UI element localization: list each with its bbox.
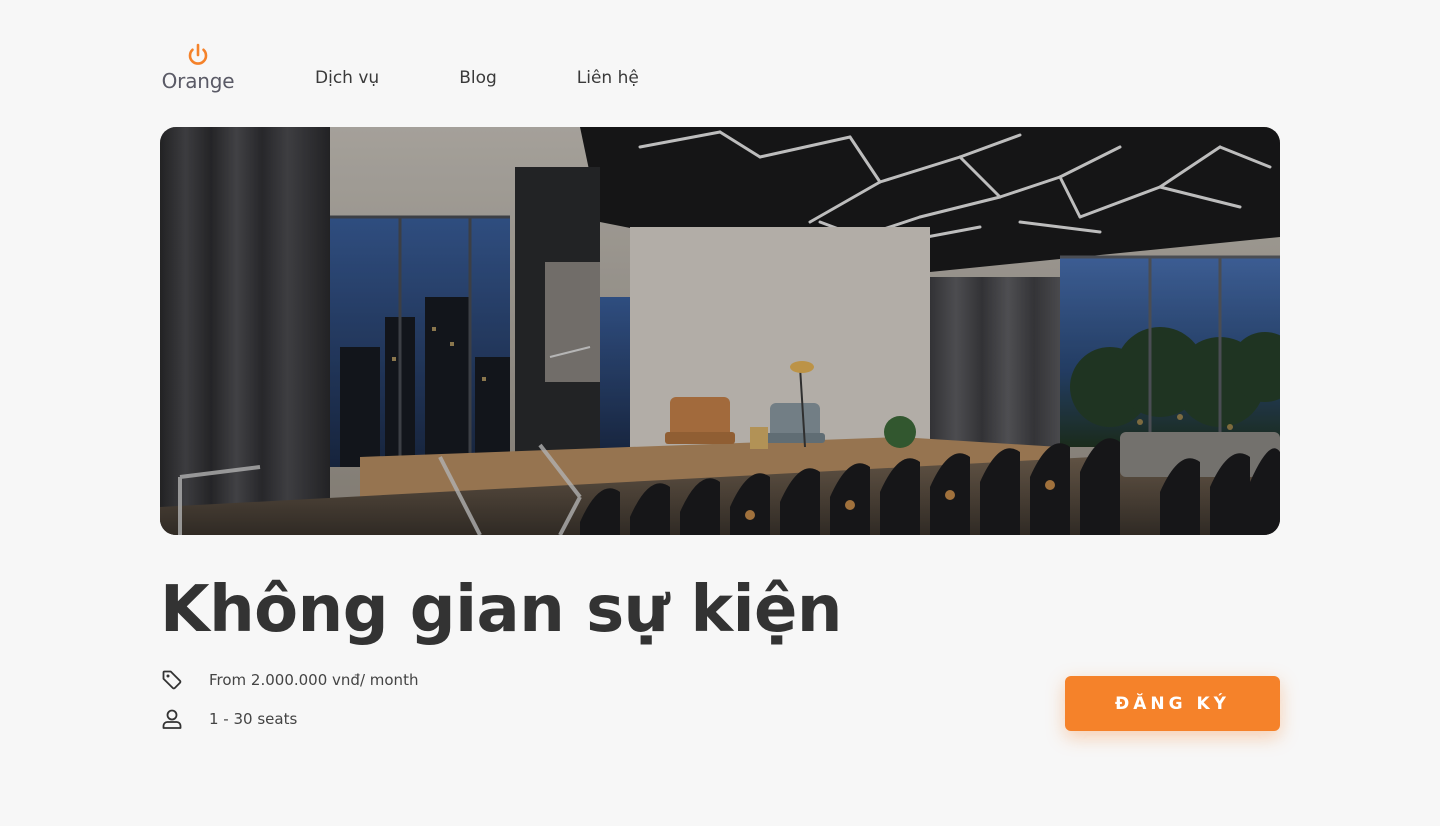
nav-item-services[interactable]: Dịch vụ: [315, 67, 379, 89]
site-header: Orange Dịch vụ Blog Liên hệ: [160, 0, 1280, 110]
register-button[interactable]: ĐĂNG KÝ: [1065, 676, 1280, 731]
brand-name: Orange: [161, 69, 235, 93]
page: Orange Dịch vụ Blog Liên hệ Không gian s…: [0, 0, 1440, 826]
power-icon: [188, 43, 208, 65]
main-nav: Dịch vụ Blog Liên hệ: [315, 67, 719, 89]
seats-text: 1 - 30 seats: [209, 710, 298, 728]
seats-row: 1 - 30 seats: [160, 705, 418, 733]
page-title: Không gian sự kiện: [160, 573, 842, 647]
logo[interactable]: Orange: [160, 42, 236, 94]
nav-item-contact[interactable]: Liên hệ: [577, 67, 639, 89]
price-row: From 2.000.000 vnđ/ month: [160, 666, 418, 694]
hero-image: [160, 127, 1280, 535]
tag-icon: [162, 670, 182, 690]
event-space-photo: [160, 127, 1280, 535]
user-icon: [162, 709, 182, 729]
listing-info: From 2.000.000 vnđ/ month 1 - 30 seats: [160, 666, 418, 744]
nav-item-blog[interactable]: Blog: [459, 67, 497, 89]
price-text: From 2.000.000 vnđ/ month: [209, 671, 419, 689]
